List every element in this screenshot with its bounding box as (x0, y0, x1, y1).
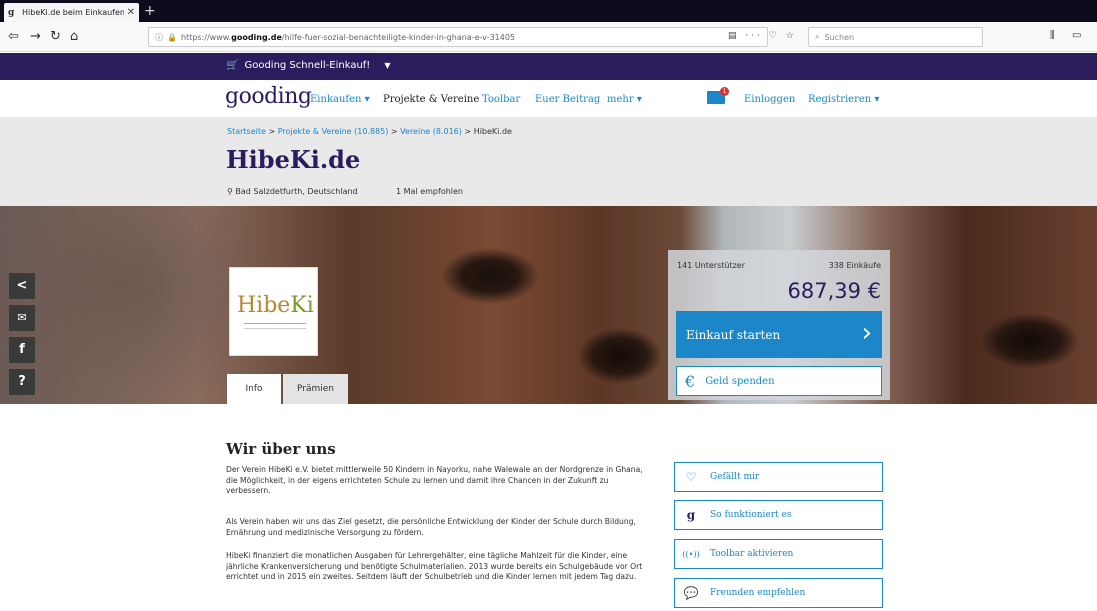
email-share-icon[interactable]: ✉ (9, 305, 35, 331)
menu-toolbar[interactable]: Toolbar (482, 94, 520, 105)
info-icon[interactable]: ⓘ (155, 32, 163, 43)
url-bar[interactable]: ⓘ 🔒 https://www.gooding.de/hilfe-fuer-so… (148, 27, 768, 47)
tab-title: HibeKi.de beim Einkaufen ohne (22, 8, 124, 17)
gooding-logo[interactable]: gooding (225, 84, 312, 109)
browser-navigation-bar: ⇦ → ↻ ⌂ ⓘ 🔒 https://www.gooding.de/hilfe… (0, 22, 1097, 52)
start-shopping-label: Einkauf starten (686, 327, 781, 342)
recommendation-count: 1 Mal empfohlen (396, 187, 463, 196)
chat-bubble-icon: 💬 (683, 586, 699, 600)
activate-toolbar-button[interactable]: ((•)) Toolbar aktivieren (674, 539, 883, 569)
menu-more[interactable]: mehr ▾ (607, 94, 642, 105)
broadcast-icon: ((•)) (682, 549, 700, 559)
purchase-count: 338 Einkäufe (828, 261, 881, 270)
menu-projects[interactable]: Projekte & Vereine (383, 94, 479, 105)
about-paragraph-1: Der Verein HibeKi e.V. bietet mittlerwei… (226, 465, 643, 495)
browser-tab[interactable]: g HibeKi.de beim Einkaufen ohne ✕ (4, 3, 139, 22)
facebook-icon[interactable]: f (9, 337, 35, 363)
url-text: https://www.gooding.de/hilfe-fuer-sozial… (180, 32, 516, 42)
recommend-label: Freunden empfehlen (710, 588, 806, 598)
heart-icon: ♡ (685, 470, 697, 484)
about-paragraph-3: HibeKi finanziert die monatlichen Ausgab… (226, 551, 643, 581)
back-arrow-icon[interactable]: ⇦ (8, 29, 19, 45)
search-placeholder: Suchen (824, 32, 855, 42)
logo-tagline-graphic (244, 323, 306, 329)
recommend-to-friends-button[interactable]: 💬 Freunden empfehlen (674, 578, 883, 608)
register-link[interactable]: Registrieren ▾ (808, 94, 879, 105)
forward-arrow-icon[interactable]: → (30, 29, 41, 45)
notification-badge: 1 (720, 87, 729, 96)
page-title: HibeKi.de (226, 145, 361, 174)
sidebar-toggle-icon[interactable]: ▭ (1072, 30, 1081, 41)
hibeki-logo-mark: HibeKi (237, 293, 314, 318)
cart-icon: 🛒 (226, 60, 239, 71)
like-label: Gefällt mir (710, 472, 760, 482)
breadcrumb-projects[interactable]: Projekte & Vereine (10.885) (278, 127, 389, 136)
gooding-favicon-icon: g (8, 7, 15, 18)
breadcrumb-home[interactable]: Startseite (227, 127, 266, 136)
new-tab-icon[interactable]: + (144, 3, 156, 19)
donate-button[interactable]: € Geld spenden (676, 366, 882, 396)
how-it-works-button[interactable]: g So funktioniert es (674, 500, 883, 530)
quick-shop-label: Gooding Schnell-Einkauf! (244, 60, 371, 71)
help-icon[interactable]: ? (9, 369, 35, 395)
location-pin-icon: ⚲ (227, 187, 233, 196)
organization-logo: HibeKi (229, 267, 318, 356)
location: ⚲ Bad Salzdetfurth, Deutschland (227, 187, 358, 196)
how-it-works-label: So funktioniert es (710, 510, 792, 520)
about-paragraph-2: Als Verein haben wir uns das Ziel gesetz… (226, 517, 636, 537)
share-icon[interactable]: < (9, 273, 35, 299)
login-link[interactable]: Einloggen (744, 94, 795, 105)
title-area: Startseite > Projekte & Vereine (10.885)… (0, 118, 1097, 206)
reload-icon[interactable]: ↻ (50, 29, 61, 45)
quick-shop-bar: 🛒 Gooding Schnell-Einkauf! ▼ (0, 53, 1097, 80)
supporter-count: 141 Unterstützer (677, 261, 746, 270)
search-icon: ⌕ (815, 32, 820, 41)
library-icon[interactable]: ⫼ (1050, 30, 1055, 41)
browser-tab-bar: g HibeKi.de beim Einkaufen ohne ✕ + (0, 0, 1097, 22)
breadcrumb-current: HibeKi.de (473, 127, 512, 136)
breadcrumb-clubs[interactable]: Vereine (8.016) (400, 127, 462, 136)
raised-amount: 687,39 € (787, 279, 881, 303)
tab-info[interactable]: Info (227, 374, 281, 404)
menu-shop[interactable]: Einkaufen ▾ (310, 94, 370, 105)
chevron-down-icon: ▼ (384, 61, 391, 70)
profile-tabs: Info Prämien (227, 374, 348, 404)
menu-contribution[interactable]: Euer Beitrag (535, 94, 600, 105)
lock-icon: 🔒 (167, 32, 177, 42)
site-header: gooding Einkaufen ▾ Projekte & Vereine T… (0, 80, 1097, 118)
start-shopping-button[interactable]: Einkauf starten › (676, 311, 882, 358)
hero-image (0, 206, 1097, 404)
quick-shop-dropdown[interactable]: 🛒 Gooding Schnell-Einkauf! ▼ (226, 60, 390, 71)
about-heading: Wir über uns (226, 440, 336, 458)
chevron-right-icon: › (861, 318, 872, 348)
browser-search-input[interactable]: ⌕ Suchen (808, 27, 983, 47)
close-tab-icon[interactable]: ✕ (127, 7, 135, 18)
gooding-g-icon: g (686, 508, 696, 522)
breadcrumb: Startseite > Projekte & Vereine (10.885)… (227, 127, 512, 136)
location-text: Bad Salzdetfurth, Deutschland (235, 187, 358, 196)
euro-icon: € (685, 371, 696, 391)
page-actions-icons[interactable]: ▤ ··· ♡ ☆ (728, 31, 797, 41)
like-button[interactable]: ♡ Gefällt mir (674, 462, 883, 492)
tab-rewards[interactable]: Prämien (283, 374, 348, 404)
activate-toolbar-label: Toolbar aktivieren (710, 549, 794, 559)
home-icon[interactable]: ⌂ (70, 29, 78, 45)
donate-label: Geld spenden (705, 375, 775, 387)
